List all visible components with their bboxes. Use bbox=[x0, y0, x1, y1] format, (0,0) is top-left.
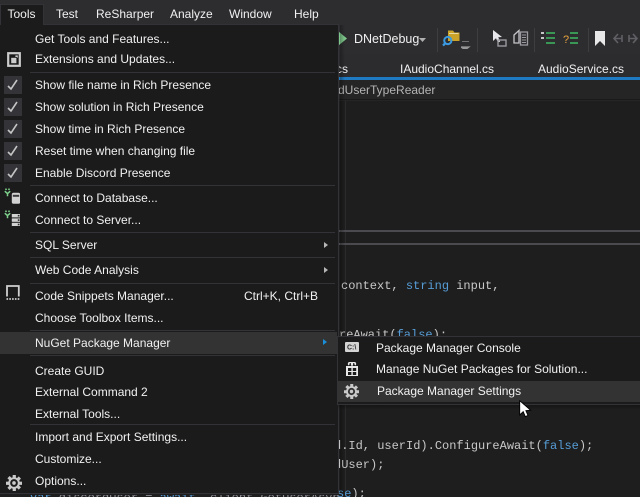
svg-text:C:\: C:\ bbox=[347, 344, 356, 351]
svg-text:?: ? bbox=[563, 34, 569, 46]
